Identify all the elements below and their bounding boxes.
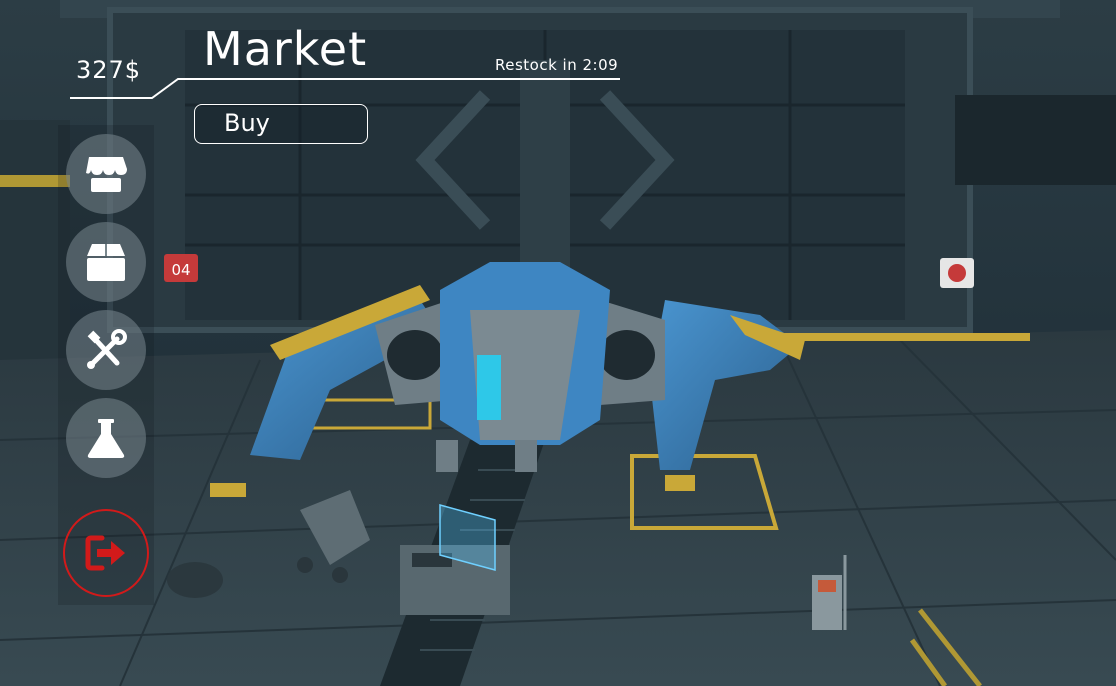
radiation-symbol — [948, 264, 966, 282]
game-screen: 04 327$ Market Restock in 2:09 Buy — [0, 0, 1116, 686]
ship-cockpit-light — [477, 355, 501, 420]
flask-icon — [87, 419, 125, 458]
upgrades-button[interactable] — [66, 310, 146, 390]
page-title: Market — [203, 22, 368, 76]
hangar-scene: 04 — [0, 0, 1116, 686]
header-divider — [70, 78, 620, 99]
hazard-stripe — [770, 333, 1030, 341]
ship-exhaust-left — [436, 440, 458, 472]
buy-tab-button[interactable]: Buy — [194, 104, 368, 144]
store-icon — [86, 157, 127, 192]
restock-timer: Restock in 2:09 — [495, 56, 619, 74]
inventory-button[interactable] — [66, 222, 146, 302]
box-icon — [87, 244, 125, 281]
ship-right-intake — [599, 330, 655, 380]
right-window — [955, 95, 1116, 185]
ship-exhaust-right — [515, 440, 537, 472]
exit-icon — [85, 535, 125, 571]
ship-left-intake — [387, 330, 443, 380]
research-button[interactable] — [66, 398, 146, 478]
ship-leg-right — [665, 475, 695, 491]
ship-leg-left — [210, 483, 246, 497]
tools-icon — [87, 329, 127, 369]
floor-hatch — [167, 562, 223, 598]
exit-button[interactable] — [63, 509, 149, 597]
market-button[interactable] — [66, 134, 146, 214]
bay-sign-text: 04 — [171, 261, 190, 279]
